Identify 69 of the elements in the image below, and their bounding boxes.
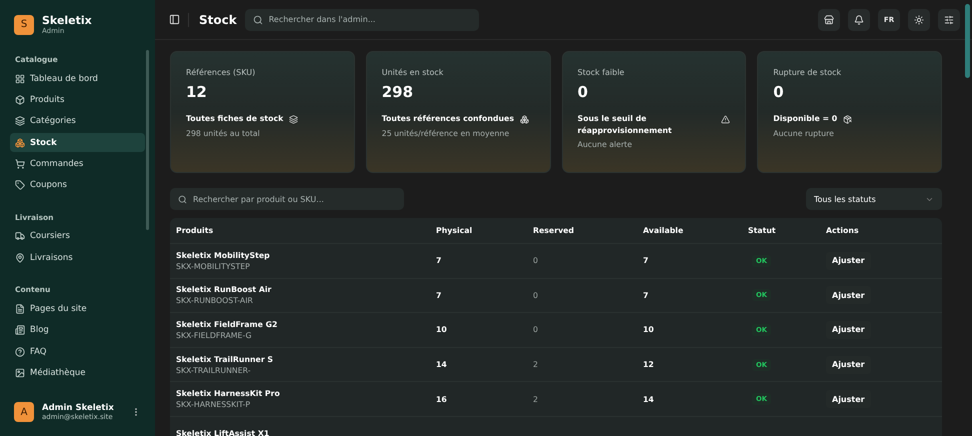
stat-value: 0 xyxy=(578,83,589,101)
cart-icon xyxy=(15,159,25,170)
sidebar-item-label: Livraisons xyxy=(30,252,73,263)
boxes-icon xyxy=(520,115,529,124)
stat-label: Stock faible xyxy=(578,68,626,77)
package-x-icon xyxy=(843,115,852,124)
sidebar-item[interactable]: Coursiers xyxy=(10,226,145,246)
sidebar-toggle-icon[interactable] xyxy=(169,14,180,25)
stat-value: 12 xyxy=(186,83,208,101)
store-icon xyxy=(824,14,834,24)
stat-label: Unités en stock xyxy=(382,68,444,77)
grid-icon xyxy=(15,74,25,84)
help-icon xyxy=(15,346,25,357)
sidebar-item[interactable]: Stock xyxy=(10,133,145,152)
sliders-icon xyxy=(944,14,954,24)
store-button[interactable] xyxy=(818,8,840,30)
sidebar-item-label: Stock xyxy=(30,138,57,148)
search-field[interactable]: Rechercher par produit ou SKU... xyxy=(170,188,404,210)
sidebar-item[interactable]: FAQ xyxy=(10,342,145,362)
sidebar-item-label: Commandes xyxy=(30,159,84,170)
sidebar-item-label: Coupons xyxy=(30,180,67,190)
user-name: Admin Skeletix xyxy=(42,403,115,413)
stat-value: 0 xyxy=(773,83,785,101)
sidebar-item[interactable]: Catégories xyxy=(10,112,145,131)
settings-button[interactable] xyxy=(938,8,960,30)
newspaper-icon xyxy=(15,325,25,336)
document-icon xyxy=(15,304,25,314)
sidebar-item-label: Blog xyxy=(30,325,49,336)
sidebar-item[interactable]: Produits xyxy=(10,90,145,110)
user-avatar: A xyxy=(14,402,34,422)
scrollbar[interactable] xyxy=(146,50,149,230)
tag-icon xyxy=(15,180,25,190)
truck-icon xyxy=(15,231,25,242)
sidebar-item-label: FAQ xyxy=(30,346,46,357)
sidebar-item-label: Produits xyxy=(30,94,64,105)
brand-name: Skeletix xyxy=(42,14,92,27)
page-title: Stock xyxy=(188,12,237,26)
sidebar-item[interactable]: Livraisons xyxy=(10,248,145,268)
layers-icon xyxy=(289,115,298,124)
sidebar-item[interactable]: Commandes xyxy=(10,154,145,174)
search-icon xyxy=(178,194,187,204)
search-icon xyxy=(252,14,263,24)
map-pin-icon xyxy=(15,252,25,263)
sidebar-item-label: Pages du site xyxy=(30,304,87,314)
stat-value: 298 xyxy=(382,83,414,101)
warning-icon xyxy=(721,115,730,124)
search-field[interactable]: Rechercher dans l'admin... xyxy=(244,8,479,30)
scrollbar[interactable] xyxy=(965,4,970,78)
layers-icon xyxy=(15,116,25,126)
sidebar-item[interactable]: Pages du site xyxy=(10,299,145,318)
sidebar-item-label: Catégories xyxy=(30,116,76,126)
notifications-button[interactable] xyxy=(848,8,870,30)
sidebar-item[interactable]: Médiathèque xyxy=(10,364,145,383)
box-icon xyxy=(15,94,25,105)
bell-icon xyxy=(854,14,864,24)
sun-icon xyxy=(914,14,924,24)
boxes-icon xyxy=(15,138,25,148)
stat-label: Rupture de stock xyxy=(773,68,842,77)
sidebar-item-label: Coursiers xyxy=(30,231,70,242)
sidebar-item[interactable]: Tableau de bord xyxy=(10,69,145,88)
theme-button[interactable] xyxy=(908,8,930,30)
stat-label: Références (SKU) xyxy=(186,68,256,77)
sidebar-item[interactable]: Blog xyxy=(10,320,145,340)
sidebar-item[interactable]: Coupons xyxy=(10,176,145,195)
brand-logo: S xyxy=(14,14,34,34)
sidebar-item-label: Médiathèque xyxy=(30,368,86,378)
sidebar-item-label: Tableau de bord xyxy=(30,74,98,84)
status-select[interactable]: Tous les statuts xyxy=(806,188,942,210)
image-icon xyxy=(15,368,25,378)
